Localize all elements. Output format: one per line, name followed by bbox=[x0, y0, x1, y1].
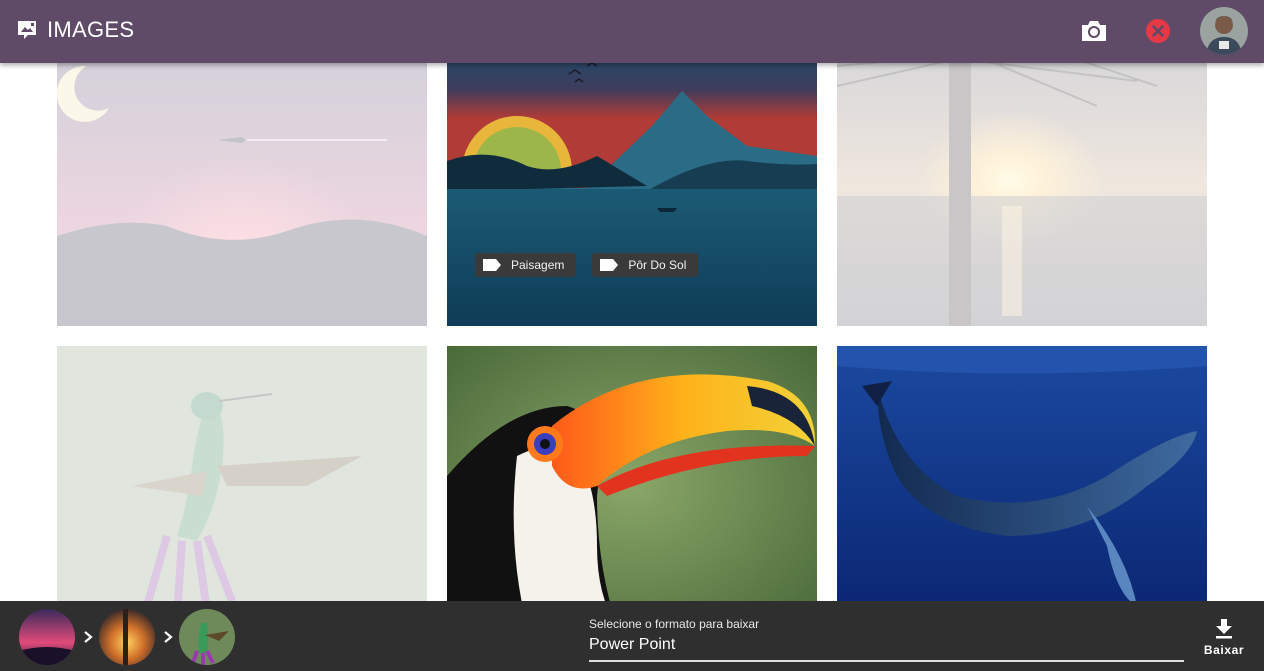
download-button[interactable]: Baixar bbox=[1198, 615, 1250, 661]
download-label: Baixar bbox=[1203, 643, 1245, 657]
close-icon[interactable] bbox=[1145, 18, 1171, 44]
image-card-hummingbird[interactable] bbox=[57, 346, 427, 626]
avatar[interactable] bbox=[1200, 7, 1248, 55]
chevron-right-icon bbox=[84, 631, 93, 643]
app-title: IMAGES bbox=[47, 17, 135, 42]
download-bar: Selecione o formato para baixar Power Po… bbox=[0, 601, 1264, 671]
image-card-mountain-lake[interactable]: Paisagem Pôr Do Sol bbox=[447, 46, 817, 326]
label-icon bbox=[483, 259, 501, 271]
tag-chip-paisagem[interactable]: Paisagem bbox=[475, 253, 577, 277]
format-select-label: Selecione o formato para baixar bbox=[589, 617, 760, 631]
tag-label: Paisagem bbox=[511, 258, 565, 272]
app-bar: IMAGES bbox=[0, 0, 1264, 63]
label-icon bbox=[600, 259, 619, 271]
chevron-right-icon bbox=[164, 631, 173, 643]
image-card-toucan[interactable] bbox=[447, 346, 817, 626]
add-image-icon bbox=[18, 21, 36, 39]
tag-chip-por-do-sol[interactable]: Pôr Do Sol bbox=[592, 253, 699, 277]
format-select[interactable]: Power Point bbox=[589, 636, 1184, 662]
camera-icon[interactable] bbox=[1080, 18, 1108, 44]
image-card-palm-sea[interactable] bbox=[837, 46, 1207, 326]
image-grid: Paisagem Pôr Do Sol bbox=[0, 0, 1264, 671]
image-card-moon-airplane[interactable] bbox=[57, 46, 427, 326]
selected-thumbnail-hummingbird[interactable] bbox=[179, 609, 235, 665]
image-tags: Paisagem Pôr Do Sol bbox=[475, 253, 699, 277]
tag-label: Pôr Do Sol bbox=[628, 258, 687, 272]
download-icon bbox=[1216, 619, 1232, 639]
selected-thumbnail-moon[interactable] bbox=[19, 609, 75, 665]
selected-thumbnail-palm[interactable] bbox=[99, 609, 155, 665]
image-card-whale[interactable] bbox=[837, 346, 1207, 626]
